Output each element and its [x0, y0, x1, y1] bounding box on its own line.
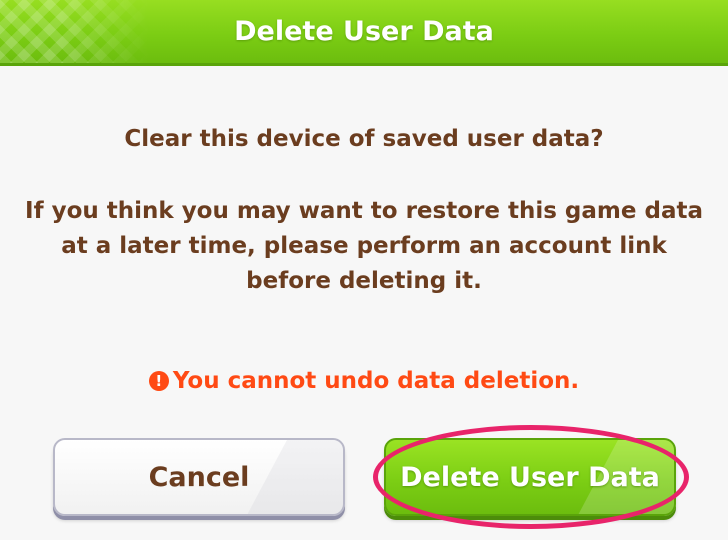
- button-sheen: [233, 440, 343, 514]
- warning-message: ! You cannot undo data deletion.: [0, 368, 728, 394]
- delete-user-data-button[interactable]: Delete User Data: [384, 438, 676, 516]
- delete-button-label: Delete User Data: [400, 461, 660, 493]
- dialog-header: Delete User Data: [0, 0, 728, 66]
- alert-circle-icon: !: [148, 371, 169, 391]
- confirm-question: Clear this device of saved user data?: [124, 126, 604, 152]
- cancel-button[interactable]: Cancel: [53, 438, 345, 516]
- restore-info-text: If you think you may want to restore thi…: [25, 198, 703, 294]
- warning-text: You cannot undo data deletion.: [172, 368, 580, 394]
- cancel-button-label: Cancel: [148, 461, 250, 493]
- dialog-title: Delete User Data: [234, 16, 494, 47]
